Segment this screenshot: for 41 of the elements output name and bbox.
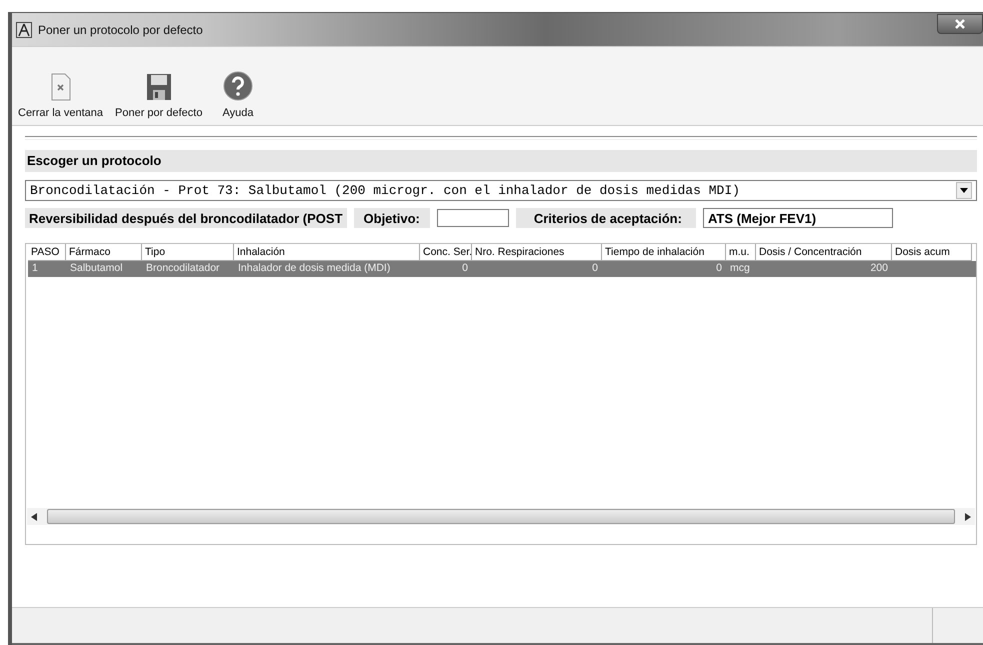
right-arrow-icon xyxy=(965,512,971,520)
column-header[interactable]: Inhalación xyxy=(234,244,420,261)
column-header[interactable]: Dosis acum xyxy=(892,244,972,261)
horizontal-scrollbar[interactable] xyxy=(27,508,975,525)
document-x-icon xyxy=(50,73,70,101)
table-cell-text: 0 xyxy=(715,261,723,276)
close-button[interactable] xyxy=(937,14,983,34)
column-header[interactable]: Tiempo de inhalación xyxy=(602,244,726,261)
toolbar-button[interactable]: Cerrar la ventana xyxy=(14,73,107,119)
caret-icon xyxy=(956,182,972,199)
app-icon xyxy=(16,22,32,38)
objective-label: Objetivo: xyxy=(354,208,430,228)
table-cell-text: Inhalador de dosis medida (MDI) xyxy=(237,261,392,276)
column-header[interactable]: Nro. Respiraciones xyxy=(472,244,602,261)
reversibility-label: Reversibilidad después del broncodilatador (POST xyxy=(25,208,347,228)
table-cell-text: 0 xyxy=(461,261,469,276)
scroll-thumb[interactable] xyxy=(47,509,955,524)
column-header[interactable]: Tipo xyxy=(142,244,234,261)
acceptance-field[interactable]: ATS (Mejor FEV1) xyxy=(702,208,893,228)
column-header[interactable]: Fármaco xyxy=(66,244,142,261)
help-icon xyxy=(222,71,253,101)
column-header[interactable]: Conc. Ser. xyxy=(420,244,472,261)
table-cell-text: 200 xyxy=(869,261,889,276)
section-header: Escoger un protocolo xyxy=(25,150,977,172)
left-arrow-icon xyxy=(31,512,37,520)
protocol-dropdown[interactable]: Broncodilatación - Prot 73: Salbutamol (200 microgr. con el inhalador de dosis medidas MDI) xyxy=(25,180,977,201)
column-header[interactable]: Dosis / Concentración xyxy=(756,244,892,261)
objective-field[interactable] xyxy=(436,209,509,227)
column-header[interactable]: m.u. xyxy=(726,244,756,261)
toolbar-button[interactable]: Ayuda xyxy=(210,71,266,119)
table-row[interactable]: 1 Salbutamol Broncodilatador Inhalador de dosis medida (MDI) 0 0 0 mcg 200 xyxy=(28,261,976,277)
table-cell-text: 0 xyxy=(591,261,599,276)
close-icon xyxy=(954,18,966,30)
table-cell-text: mcg xyxy=(729,261,751,276)
table-cell-text: Broncodilatador xyxy=(145,261,221,276)
window-title: Poner un protocolo por defecto xyxy=(38,22,204,36)
acceptance-label: Criterios de aceptación: xyxy=(516,208,696,228)
toolbar-button[interactable]: Poner por defecto xyxy=(111,73,206,119)
table-cell-text: 1 xyxy=(31,261,39,276)
table-cell-text: Salbutamol xyxy=(69,261,124,276)
column-header[interactable]: PASO xyxy=(28,244,66,261)
